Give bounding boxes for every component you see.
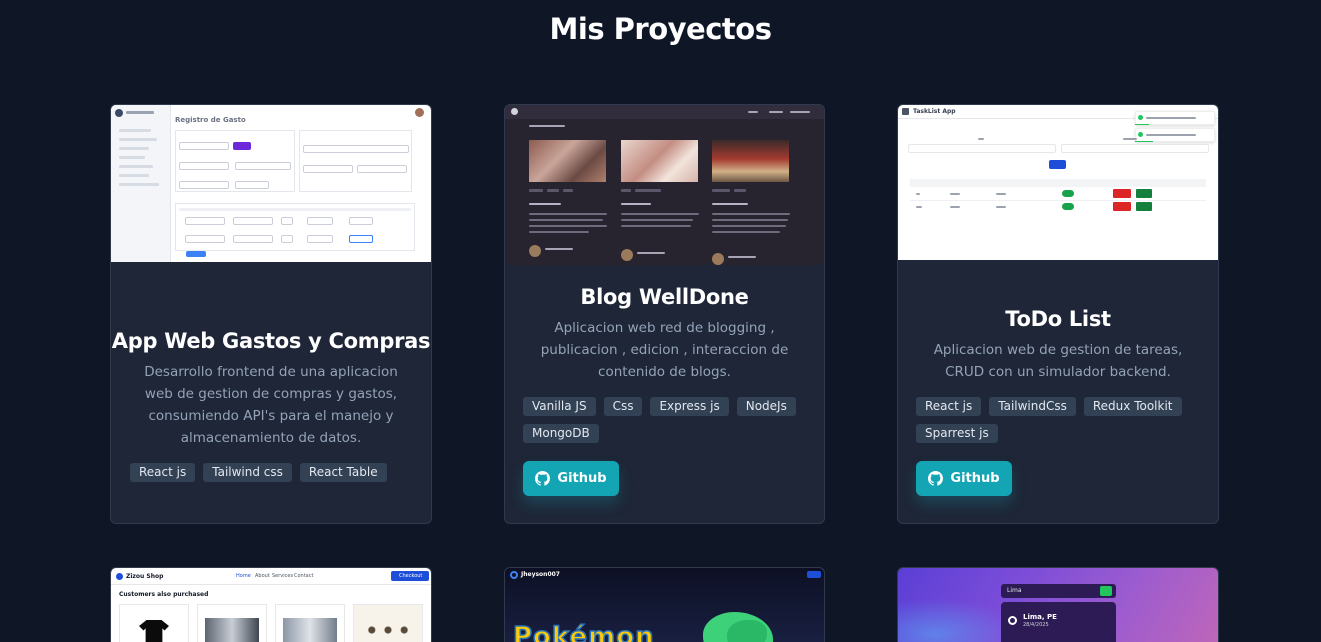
github-button-label: Github (950, 471, 1000, 486)
project-card-pokemon: Jheyson007 Pokémon (504, 567, 825, 642)
project-card-todo: TaskList App ToDo List Aplicacion web de… (897, 104, 1219, 524)
weather-city: Lima, PE (1023, 613, 1057, 621)
project-screenshot: Zizou Shop Home About Services Contact C… (111, 568, 431, 642)
github-button[interactable]: Github (523, 461, 619, 496)
project-card-blog: Blog WellDone Aplicacion web red de blog… (504, 104, 825, 524)
project-title: App Web Gastos y Compras (111, 329, 431, 353)
project-description: Desarrollo frontend de una aplicacion we… (144, 364, 398, 446)
project-description: Aplicacion web red de blogging , publica… (540, 320, 789, 380)
tag: Tailwind css (203, 463, 292, 482)
tag: Redux Toolkit (1083, 397, 1182, 416)
shop-nav-home: Home (236, 573, 251, 579)
page-title: Mis Proyectos (549, 12, 772, 46)
shop-brand: Zizou Shop (126, 573, 164, 580)
tag-list: Vanilla JS Css Express js NodeJs MongoDB (523, 397, 803, 443)
tag: Express js (650, 397, 729, 416)
thumb-heading: Registro de Gasto (175, 116, 246, 124)
tag: Vanilla JS (523, 397, 596, 416)
tag: NodeJs (736, 397, 796, 416)
project-screenshot: TaskList App (898, 105, 1218, 260)
tag-list: React js Tailwind css React Table (130, 463, 431, 482)
project-screenshot (505, 105, 824, 265)
shop-section-title: Customers also purchased (119, 591, 209, 598)
project-card-shop: Zizou Shop Home About Services Contact C… (110, 567, 432, 642)
shop-nav-about: About (255, 573, 270, 579)
shop-checkout: Checkout (399, 573, 423, 579)
tag: React js (916, 397, 982, 416)
github-button[interactable]: Github (916, 461, 1012, 496)
project-screenshot: Lima Lima, PE 28/4/2025 (898, 568, 1218, 642)
project-description: Aplicacion web de gestion de tareas, CRU… (933, 342, 1183, 380)
pokemon-user: Jheyson007 (521, 571, 560, 578)
weather-search: Lima (1007, 587, 1022, 594)
project-card-weather: Lima Lima, PE 28/4/2025 (897, 567, 1219, 642)
github-icon (535, 471, 551, 486)
tag: Sparrest js (916, 424, 998, 443)
pokemon-logo: Pokémon (512, 621, 655, 642)
thumb-heading: TaskList App (913, 108, 956, 115)
weather-date: 28/4/2025 (1023, 622, 1049, 628)
sun-icon (1008, 616, 1017, 625)
tag: Css (603, 397, 643, 416)
project-title: Blog WellDone (580, 285, 749, 309)
project-title: ToDo List (1005, 307, 1111, 331)
tag-list: React js TailwindCss Redux Toolkit Sparr… (916, 397, 1206, 443)
project-screenshot: Jheyson007 Pokémon (505, 568, 824, 642)
shop-nav-contact: Contact (294, 573, 314, 579)
project-card-gastos: Registro de Gasto App Web Gastos y Compr… (110, 104, 432, 524)
shop-nav-services: Services (272, 573, 294, 579)
tag: React js (130, 463, 196, 482)
tag: React Table (299, 463, 387, 482)
github-icon (928, 471, 944, 486)
github-button-label: Github (557, 471, 607, 486)
project-screenshot: Registro de Gasto (111, 105, 431, 262)
tag: MongoDB (523, 424, 599, 443)
tag: TailwindCss (989, 397, 1076, 416)
